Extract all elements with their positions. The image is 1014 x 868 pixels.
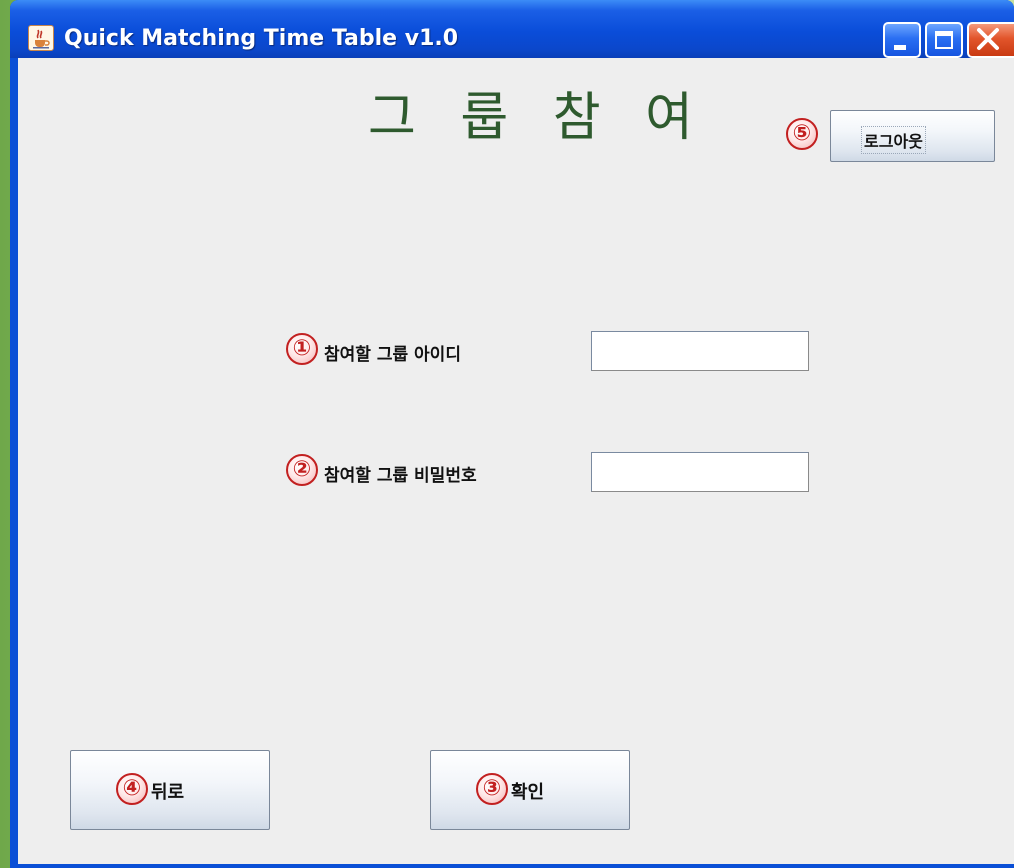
app-window: Quick Matching Time Table v1.0 그 룹 참 여 ⑤… — [10, 0, 1014, 868]
minimize-icon — [894, 45, 906, 50]
minimize-button[interactable] — [883, 22, 921, 58]
client-area: 그 룹 참 여 ⑤ 로그아웃 ① 참여할 그룹 아이디 ② 참여할 그룹 비밀번… — [18, 58, 1014, 864]
java-cup-icon — [28, 25, 54, 51]
group-password-input[interactable] — [591, 452, 809, 492]
logout-button[interactable]: 로그아웃 — [830, 110, 995, 162]
page-title: 그 룹 참 여 — [368, 88, 707, 148]
maximize-button[interactable] — [925, 22, 963, 58]
group-password-number-badge: ② — [286, 454, 318, 486]
close-icon — [977, 28, 999, 50]
window-title: Quick Matching Time Table v1.0 — [64, 26, 459, 51]
back-button[interactable]: ④ 뒤로 — [70, 750, 270, 830]
logout-number-badge: ⑤ — [786, 118, 818, 150]
maximize-icon — [935, 31, 953, 49]
confirm-number-badge: ③ — [476, 773, 508, 805]
group-id-input[interactable] — [591, 331, 809, 371]
group-password-label: 참여할 그룹 비밀번호 — [324, 466, 477, 486]
title-bar[interactable]: Quick Matching Time Table v1.0 — [10, 0, 1014, 58]
group-id-number-badge: ① — [286, 333, 318, 365]
back-number-badge: ④ — [116, 773, 148, 805]
logout-button-label: 로그아웃 — [861, 126, 926, 154]
group-id-label: 참여할 그룹 아이디 — [324, 345, 461, 365]
back-button-label: 뒤로 — [151, 782, 185, 803]
confirm-button[interactable]: ③ 확인 — [430, 750, 630, 830]
close-button[interactable] — [967, 22, 1014, 58]
confirm-button-label: 확인 — [511, 782, 545, 803]
